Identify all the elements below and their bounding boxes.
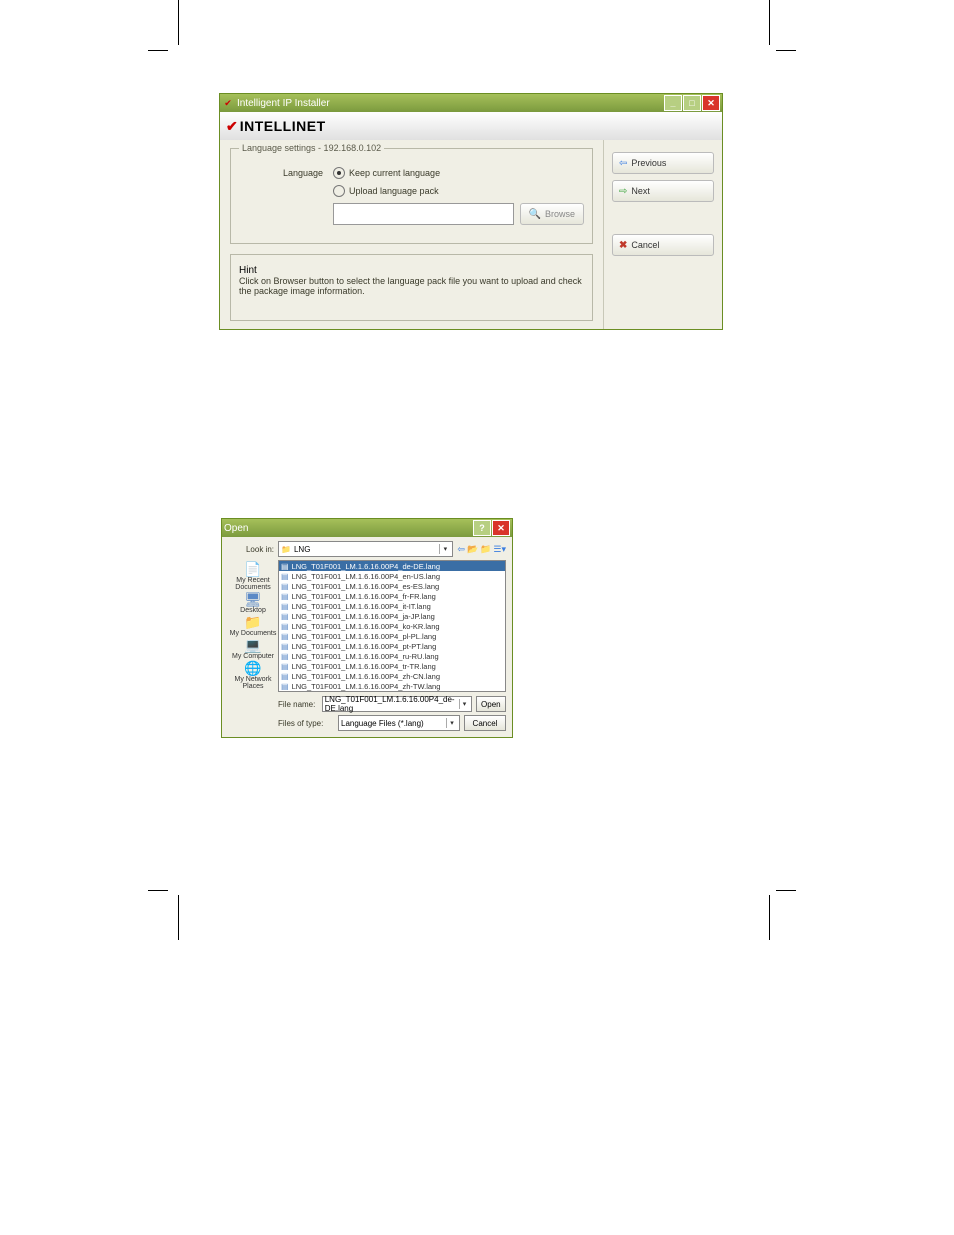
file-icon: ▤ bbox=[281, 602, 289, 611]
file-item[interactable]: ▤LNG_T01F001_LM.1.6.16.00P4_ko-KR.lang bbox=[279, 621, 505, 631]
cropmark bbox=[776, 50, 796, 51]
language-settings-group: Language settings - 192.168.0.102 Langua… bbox=[230, 148, 593, 244]
lookin-dropdown[interactable]: 📁 LNG ▾ bbox=[278, 541, 453, 557]
file-item[interactable]: ▤LNG_T01F001_LM.1.6.16.00P4_de-DE.lang bbox=[279, 561, 505, 571]
file-icon: ▤ bbox=[281, 612, 289, 621]
file-icon: ▤ bbox=[281, 562, 289, 571]
cropmark bbox=[769, 0, 770, 45]
file-item[interactable]: ▤LNG_T01F001_LM.1.6.16.00P4_es-ES.lang bbox=[279, 581, 505, 591]
file-list[interactable]: ▤LNG_T01F001_LM.1.6.16.00P4_de-DE.lang ▤… bbox=[278, 560, 506, 692]
cropmark bbox=[776, 890, 796, 891]
close-button[interactable]: ✕ bbox=[702, 95, 720, 111]
cropmark bbox=[178, 0, 179, 45]
filename-label: File name: bbox=[278, 700, 318, 709]
search-icon: 🔍 bbox=[529, 209, 541, 220]
file-icon: ▤ bbox=[281, 682, 289, 691]
file-item[interactable]: ▤LNG_T01F001_LM.1.6.16.00P4_tr-TR.lang bbox=[279, 661, 505, 671]
help-button[interactable]: ? bbox=[473, 520, 491, 536]
back-icon[interactable]: ⇦ bbox=[457, 544, 465, 555]
hint-text: Click on Browser button to select the la… bbox=[239, 276, 584, 296]
installer-window: ✔ Intelligent IP Installer _ □ ✕ ✔ INTEL… bbox=[219, 93, 723, 330]
next-button[interactable]: ⇨ Next bbox=[612, 180, 714, 202]
arrow-right-icon: ⇨ bbox=[619, 186, 627, 197]
places-bar: 📄My Recent Documents 🖥Desktop 📁My Docume… bbox=[228, 560, 278, 692]
recent-docs-icon: 📄 bbox=[244, 562, 261, 576]
dialog-titlebar[interactable]: Open ? ✕ bbox=[222, 519, 512, 537]
chevron-down-icon: ▾ bbox=[439, 544, 450, 554]
file-item[interactable]: ▤LNG_T01F001_LM.1.6.16.00P4_it-IT.lang bbox=[279, 601, 505, 611]
up-folder-icon[interactable]: 📂 bbox=[467, 544, 478, 555]
file-icon: ▤ bbox=[281, 652, 289, 661]
place-mydocs[interactable]: 📁My Documents bbox=[230, 615, 277, 637]
filetype-dropdown[interactable]: Language Files (*.lang) ▾ bbox=[338, 715, 460, 731]
file-item[interactable]: ▤LNG_T01F001_LM.1.6.16.00P4_pl-PL.lang bbox=[279, 631, 505, 641]
place-recent[interactable]: 📄My Recent Documents bbox=[228, 562, 278, 591]
open-file-dialog: Open ? ✕ Look in: 📁 LNG ▾ ⇦ 📂 📁 ☰▾ bbox=[221, 518, 513, 738]
lookin-label: Look in: bbox=[228, 545, 274, 554]
titlebar[interactable]: ✔ Intelligent IP Installer _ □ ✕ bbox=[220, 94, 722, 112]
file-icon: ▤ bbox=[281, 672, 289, 681]
filetype-label: Files of type: bbox=[278, 719, 334, 728]
file-icon: ▤ bbox=[281, 632, 289, 641]
radio-upload-pack[interactable] bbox=[333, 185, 345, 197]
file-item[interactable]: ▤LNG_T01F001_LM.1.6.16.00P4_zh-CN.lang bbox=[279, 671, 505, 681]
place-desktop[interactable]: 🖥Desktop bbox=[240, 592, 266, 614]
file-item[interactable]: ▤LNG_T01F001_LM.1.6.16.00P4_en-US.lang bbox=[279, 571, 505, 581]
cropmark bbox=[178, 895, 179, 940]
filename-input[interactable]: LNG_T01F001_LM.1.6.16.00P4_de-DE.lang ▾ bbox=[322, 696, 472, 712]
hint-legend: Hint bbox=[239, 265, 257, 276]
hint-group: Hint Click on Browser button to select t… bbox=[230, 254, 593, 321]
radio-keep-current[interactable] bbox=[333, 167, 345, 179]
cancel-icon: ✖ bbox=[619, 240, 627, 251]
file-item[interactable]: ▤LNG_T01F001_LM.1.6.16.00P4_ja-JP.lang bbox=[279, 611, 505, 621]
file-icon: ▤ bbox=[281, 592, 289, 601]
open-button[interactable]: Open bbox=[476, 696, 506, 712]
app-icon: ✔ bbox=[222, 97, 234, 109]
browse-button[interactable]: 🔍 Browse bbox=[520, 203, 584, 225]
cropmark bbox=[148, 890, 168, 891]
dialog-toolbar: ⇦ 📂 📁 ☰▾ bbox=[457, 544, 506, 555]
chevron-down-icon: ▾ bbox=[459, 699, 468, 709]
network-icon: 🌐 bbox=[244, 661, 261, 675]
lookin-value: LNG bbox=[294, 545, 310, 554]
folder-icon: 📁 bbox=[281, 545, 291, 554]
file-item[interactable]: ▤LNG_T01F001_LM.1.6.16.00P4_fr-FR.lang bbox=[279, 591, 505, 601]
documents-icon: 📁 bbox=[244, 615, 261, 629]
file-icon: ▤ bbox=[281, 622, 289, 631]
cropmark bbox=[148, 50, 168, 51]
desktop-icon: 🖥 bbox=[244, 592, 262, 606]
dialog-cancel-button[interactable]: Cancel bbox=[464, 715, 506, 731]
view-menu-icon[interactable]: ☰▾ bbox=[493, 544, 506, 555]
file-icon: ▤ bbox=[281, 662, 289, 671]
arrow-left-icon: ⇦ bbox=[619, 158, 627, 169]
cancel-button[interactable]: ✖ Cancel bbox=[612, 234, 714, 256]
file-item[interactable]: ▤LNG_T01F001_LM.1.6.16.00P4_zh-TW.lang bbox=[279, 681, 505, 691]
dialog-close-button[interactable]: ✕ bbox=[492, 520, 510, 536]
minimize-button[interactable]: _ bbox=[664, 95, 682, 111]
place-mynet[interactable]: 🌐My Network Places bbox=[228, 661, 278, 690]
previous-button[interactable]: ⇦ Previous bbox=[612, 152, 714, 174]
dialog-title: Open bbox=[224, 523, 248, 534]
chevron-down-icon: ▾ bbox=[446, 718, 457, 728]
language-pack-path-input[interactable] bbox=[333, 203, 514, 225]
brand-bar: ✔ INTELLINET bbox=[220, 112, 722, 140]
radio-upload-label: Upload language pack bbox=[349, 186, 439, 196]
brand-mark-icon: ✔ bbox=[226, 118, 238, 135]
group-legend: Language settings - 192.168.0.102 bbox=[239, 143, 384, 153]
new-folder-icon[interactable]: 📁 bbox=[480, 544, 491, 555]
file-icon: ▤ bbox=[281, 642, 289, 651]
file-item[interactable]: ▤LNG_T01F001_LM.1.6.16.00P4_ru-RU.lang bbox=[279, 651, 505, 661]
file-icon: ▤ bbox=[281, 572, 289, 581]
brand-text: INTELLINET bbox=[240, 118, 326, 134]
maximize-button[interactable]: □ bbox=[683, 95, 701, 111]
window-title: Intelligent IP Installer bbox=[237, 98, 330, 109]
language-label: Language bbox=[283, 168, 333, 178]
cropmark bbox=[769, 895, 770, 940]
file-icon: ▤ bbox=[281, 582, 289, 591]
radio-keep-label: Keep current language bbox=[349, 168, 440, 178]
place-mycomp[interactable]: 💻My Computer bbox=[232, 638, 274, 660]
file-item[interactable]: ▤LNG_T01F001_LM.1.6.16.00P4_pt-PT.lang bbox=[279, 641, 505, 651]
computer-icon: 💻 bbox=[244, 638, 261, 652]
